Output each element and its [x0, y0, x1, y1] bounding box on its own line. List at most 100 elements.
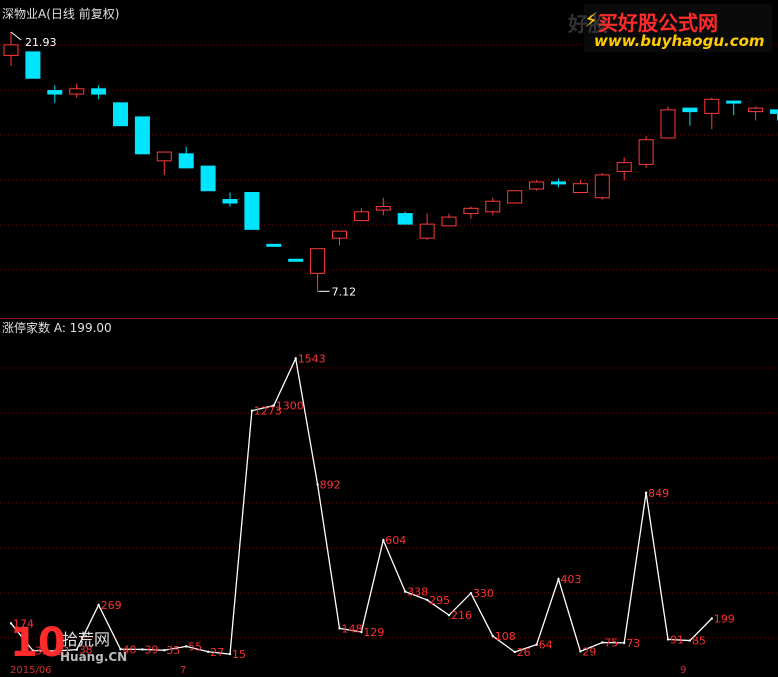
- candle-body-down: [134, 116, 150, 155]
- series-point: [272, 404, 275, 407]
- data-label: 64: [539, 639, 553, 652]
- data-label: 15: [232, 648, 246, 661]
- candle-body-down: [726, 100, 742, 104]
- data-label: 403: [561, 573, 582, 586]
- series-point: [294, 357, 297, 360]
- series-point: [579, 650, 582, 653]
- series-point: [644, 491, 648, 494]
- candle-body-down: [113, 102, 128, 127]
- series-point: [666, 638, 670, 641]
- series-point: [206, 650, 210, 653]
- candle-body-down: [770, 109, 778, 114]
- data-label: 199: [714, 613, 735, 626]
- candle-body-down: [222, 199, 238, 204]
- series-point: [185, 645, 188, 648]
- candle-body-up: [419, 223, 435, 239]
- data-label: 129: [363, 626, 384, 639]
- low-price-label: 7.12: [332, 285, 357, 298]
- series-point: [338, 627, 341, 630]
- candle-body-up: [310, 248, 326, 274]
- data-label: 75: [604, 636, 618, 649]
- data-label: 604: [385, 534, 406, 547]
- series-point: [557, 577, 560, 581]
- candle-body-down: [266, 243, 282, 247]
- data-label: 148: [342, 622, 363, 635]
- logo-name: 拾荒网: [62, 630, 111, 649]
- candle-body-up: [69, 88, 85, 95]
- candle-body-down: [551, 181, 566, 185]
- x-axis-end-label: 9: [680, 665, 687, 676]
- candle-body-up: [463, 207, 479, 215]
- data-label: 849: [648, 487, 669, 500]
- series-point: [97, 603, 100, 607]
- data-label: 35: [166, 644, 180, 657]
- series-point: [535, 643, 538, 646]
- high-pointer: [10, 31, 22, 41]
- candle-body-up: [660, 109, 676, 139]
- data-label: 1300: [276, 400, 304, 413]
- candle-body-down: [47, 90, 63, 95]
- series-point: [382, 538, 385, 542]
- candle-body-up: [332, 230, 347, 239]
- high-price-label: 21.93: [25, 36, 57, 49]
- candle-body-up: [485, 200, 501, 213]
- series-point: [447, 614, 451, 617]
- data-label: 55: [188, 640, 202, 653]
- series-point: [404, 590, 407, 593]
- series-point: [491, 634, 494, 638]
- data-label: 892: [320, 478, 341, 491]
- candle-body-up: [441, 216, 457, 227]
- data-label: 26: [517, 646, 531, 659]
- data-label: 330: [473, 587, 494, 600]
- candle-body-up: [156, 151, 172, 162]
- series-point: [228, 652, 232, 656]
- x-axis-mid-label: 7: [180, 665, 187, 676]
- candle-body-down: [244, 191, 260, 230]
- data-label: 27: [210, 646, 224, 659]
- candle-body-up: [748, 107, 764, 113]
- data-label: 216: [451, 609, 472, 622]
- series-point: [623, 641, 626, 645]
- candle-body-down: [288, 258, 304, 262]
- buyhaogu-watermark: 好股 ⚡ 买好股公式网 www.buyhaogu.com: [568, 4, 772, 52]
- logo-url: Huang.CN: [60, 650, 128, 664]
- candle-body-down: [178, 153, 194, 169]
- data-label: 269: [101, 599, 122, 612]
- x-axis-start-label: 2015/06: [10, 665, 52, 676]
- candle-body-up: [616, 162, 632, 172]
- candle-panel-title: 深物业A(日线 前复权): [2, 7, 120, 21]
- data-label: 85: [692, 635, 706, 648]
- series-point: [425, 598, 429, 602]
- candle-body-up: [375, 206, 391, 211]
- candle-body-up: [3, 44, 19, 56]
- series-point: [316, 483, 319, 486]
- candle-body-down: [200, 165, 216, 192]
- series-point: [250, 409, 254, 412]
- candle-body-up: [704, 98, 720, 114]
- series-point: [469, 591, 473, 595]
- candle-body-down: [25, 51, 41, 79]
- data-label: 338: [407, 586, 428, 599]
- candle-body-down: [397, 213, 413, 225]
- series-point: [513, 650, 516, 654]
- watermark-url: www.buyhaogu.com: [594, 32, 765, 50]
- data-label: 108: [495, 630, 516, 643]
- data-label: 91: [670, 633, 684, 646]
- series-point: [688, 639, 692, 642]
- candle-body-down: [91, 88, 107, 95]
- series-point: [163, 649, 166, 652]
- series-point: [601, 641, 604, 644]
- series-point: [710, 617, 713, 620]
- panel-divider: [0, 318, 778, 319]
- logo-number: 10: [10, 620, 66, 666]
- candle-body-down: [682, 107, 698, 113]
- data-label: 39: [144, 643, 158, 656]
- candle-body-up: [353, 211, 369, 222]
- candle-body-up: [638, 139, 654, 165]
- data-label: 295: [429, 594, 450, 607]
- data-label: 1543: [298, 353, 326, 366]
- candle-body-up: [529, 181, 545, 190]
- stock-chart-window: 21.93 7.12 174 33 31 38 269 40 39 35 55 27 15 1273 13…: [0, 0, 778, 677]
- candle-body-up: [594, 174, 610, 199]
- candle-body-up: [507, 190, 523, 204]
